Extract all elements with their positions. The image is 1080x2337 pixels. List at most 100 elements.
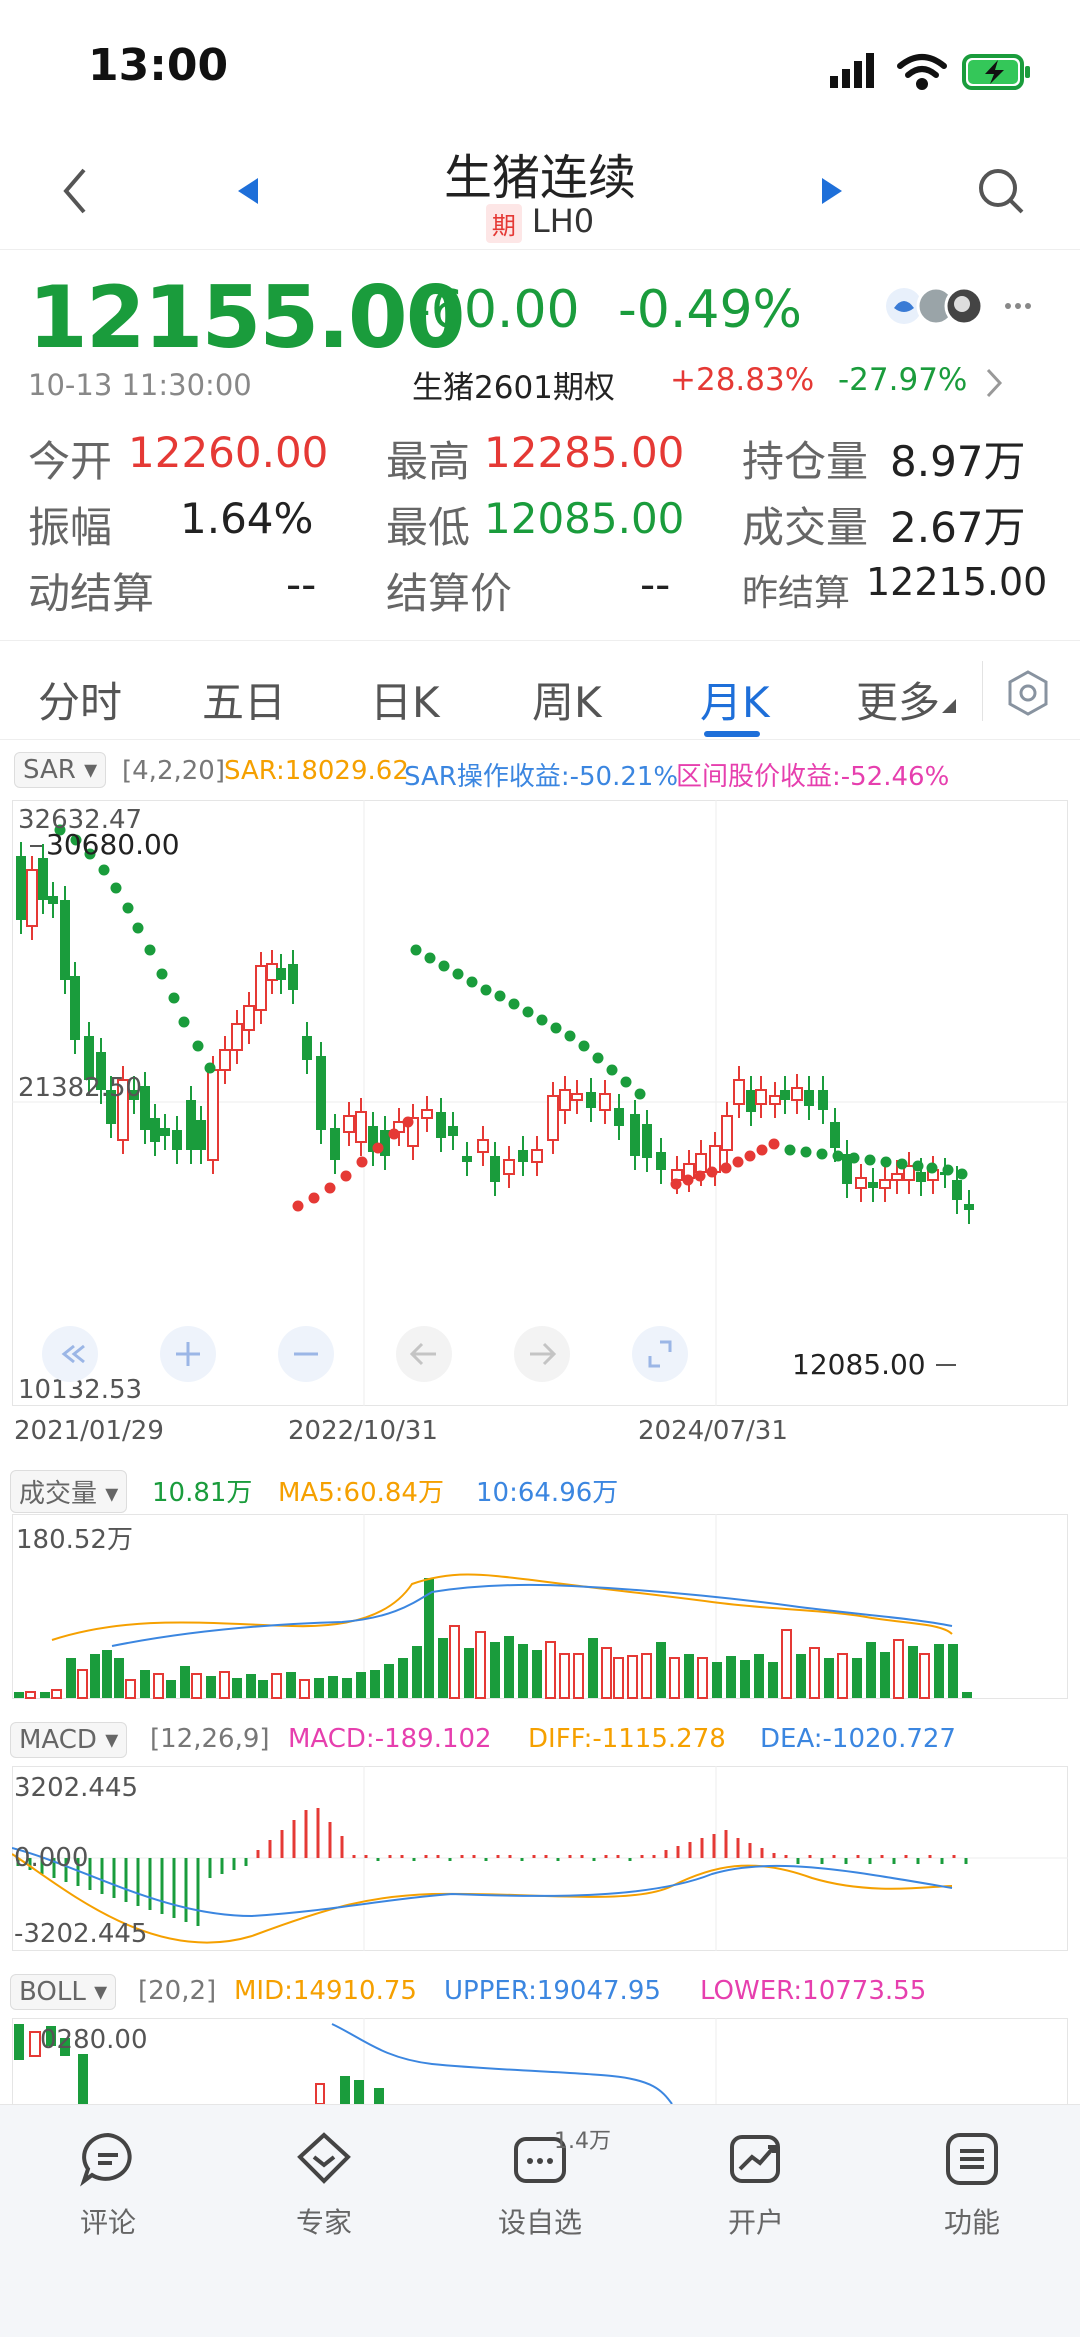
candle-body	[16, 856, 26, 920]
status-bar: 13:00	[0, 0, 1080, 130]
volume-bar	[641, 1653, 652, 1699]
sar-selector-label: SAR	[23, 755, 76, 785]
open-account-button[interactable]: 开户	[648, 2105, 864, 2265]
sar-dot	[168, 992, 180, 1004]
sar-dot	[132, 922, 144, 934]
candle-body	[830, 1122, 840, 1148]
sar-dot	[578, 1040, 590, 1052]
candle-body	[642, 1124, 652, 1158]
amplitude-value: 1.64%	[180, 494, 314, 543]
macd-chart[interactable]: 3202.445 0.000 -3202.445	[12, 1766, 1068, 1952]
macd-y-mid: 0.000	[14, 1843, 88, 1873]
volume-bar	[656, 1642, 666, 1698]
price-change-pct: -0.49%	[618, 280, 802, 340]
contract-code-row: 期 LH0	[0, 202, 1080, 243]
sar-dot	[110, 882, 122, 894]
kline-chart[interactable]: 32632.47 21382.50 10132.53 30680.00 1208…	[12, 800, 1068, 1408]
boll-upper: UPPER:19047.95	[444, 1976, 661, 2006]
candle-body	[656, 1152, 666, 1170]
candle-body	[207, 1069, 219, 1161]
watchlist-label: 设自选	[497, 2206, 582, 2239]
sar-dot	[912, 1160, 924, 1172]
sar-dot	[372, 1142, 384, 1154]
candle-body	[477, 1139, 489, 1153]
sar-range-return: 区间股价收益:-52.46%	[676, 762, 950, 792]
high-mark-label: 30680.00	[46, 828, 180, 861]
sar-dot	[670, 1178, 682, 1190]
volume-selector[interactable]: 成交量 ▾	[10, 1470, 128, 1513]
sar-dot	[784, 1144, 796, 1156]
option-name[interactable]: 生猪2601期权	[412, 362, 615, 407]
expert-button[interactable]: 专家	[216, 2105, 432, 2265]
last-price: 12155.00	[28, 268, 466, 368]
sar-dot	[942, 1164, 954, 1176]
volume-bar	[754, 1654, 764, 1698]
sar-dot	[816, 1148, 828, 1160]
chevron-right-icon[interactable]	[984, 368, 1004, 398]
fullscreen-icon	[632, 1326, 688, 1382]
tab-daily-k[interactable]: 日K	[370, 669, 440, 730]
search-icon[interactable]	[976, 166, 1026, 216]
social-avatars[interactable]	[884, 284, 1044, 328]
candle-body	[448, 1126, 458, 1136]
volume-bar	[796, 1654, 806, 1698]
candle-body	[302, 1036, 312, 1060]
sar-dot	[694, 1170, 706, 1182]
volume-bar	[781, 1629, 792, 1699]
volume-bar	[740, 1660, 750, 1698]
candle-body	[38, 858, 48, 900]
add-watchlist-button[interactable]: 1.4万 设自选	[432, 2105, 648, 2265]
settings-hex-icon[interactable]	[1004, 669, 1052, 717]
volume-current: 10.81万	[152, 1478, 253, 1508]
volume-bar	[532, 1650, 542, 1698]
rewind-icon	[42, 1326, 98, 1382]
tab-monthly-k[interactable]: 月K	[700, 669, 770, 730]
candle-body	[614, 1108, 624, 1126]
tab-five-day[interactable]: 五日	[202, 669, 286, 730]
sar-dot	[324, 1182, 336, 1194]
sar-dot	[424, 952, 436, 964]
next-contract-icon[interactable]	[820, 176, 844, 206]
candle-body	[330, 1128, 340, 1160]
sar-selector[interactable]: SAR ▾	[14, 752, 107, 788]
settle-label: 结算价	[386, 569, 513, 618]
prev-settle-label: 昨结算	[742, 573, 851, 614]
volume-bar	[919, 1653, 930, 1699]
volume-bar	[809, 1647, 820, 1699]
volume-bar	[768, 1662, 778, 1698]
boll-chart[interactable]: 0280.00	[12, 2018, 1068, 2104]
comment-button[interactable]: 评论	[0, 2105, 216, 2265]
volume-bar	[837, 1653, 848, 1699]
sar-dot	[494, 990, 506, 1002]
sar-dot	[340, 1170, 352, 1182]
volume-bar	[559, 1653, 570, 1699]
volume-bar	[504, 1636, 514, 1698]
volume-bar	[246, 1674, 256, 1698]
volume-chart[interactable]: 180.52万	[12, 1514, 1068, 1700]
volume-value: 2.67万	[890, 503, 1026, 552]
functions-button[interactable]: 功能	[864, 2105, 1080, 2265]
sar-dot	[508, 998, 520, 1010]
sar-dot	[410, 944, 422, 956]
volume-bar	[627, 1655, 638, 1699]
candle-body	[343, 1115, 355, 1133]
sar-dot	[98, 864, 110, 876]
tab-intraday[interactable]: 分时	[38, 669, 122, 730]
volume-bar	[824, 1658, 834, 1698]
candle-body	[48, 896, 58, 904]
tab-more[interactable]: 更多	[856, 669, 940, 730]
volume-bar	[464, 1648, 474, 1698]
macd-y-top: 3202.445	[14, 1773, 138, 1803]
candle-body	[421, 1109, 433, 1119]
volume-bar	[398, 1658, 408, 1698]
boll-selector[interactable]: BOLL ▾	[10, 1974, 117, 2010]
candle-body	[855, 1177, 867, 1189]
candle-body	[150, 1118, 160, 1142]
tab-active-indicator	[704, 731, 760, 737]
expert-label: 专家	[295, 2206, 352, 2239]
sar-dot	[832, 1150, 844, 1162]
macd-selector[interactable]: MACD ▾	[10, 1722, 128, 1758]
boll-lower: LOWER:10773.55	[700, 1976, 927, 2006]
sar-dot	[550, 1022, 562, 1034]
tab-weekly-k[interactable]: 周K	[532, 669, 602, 730]
